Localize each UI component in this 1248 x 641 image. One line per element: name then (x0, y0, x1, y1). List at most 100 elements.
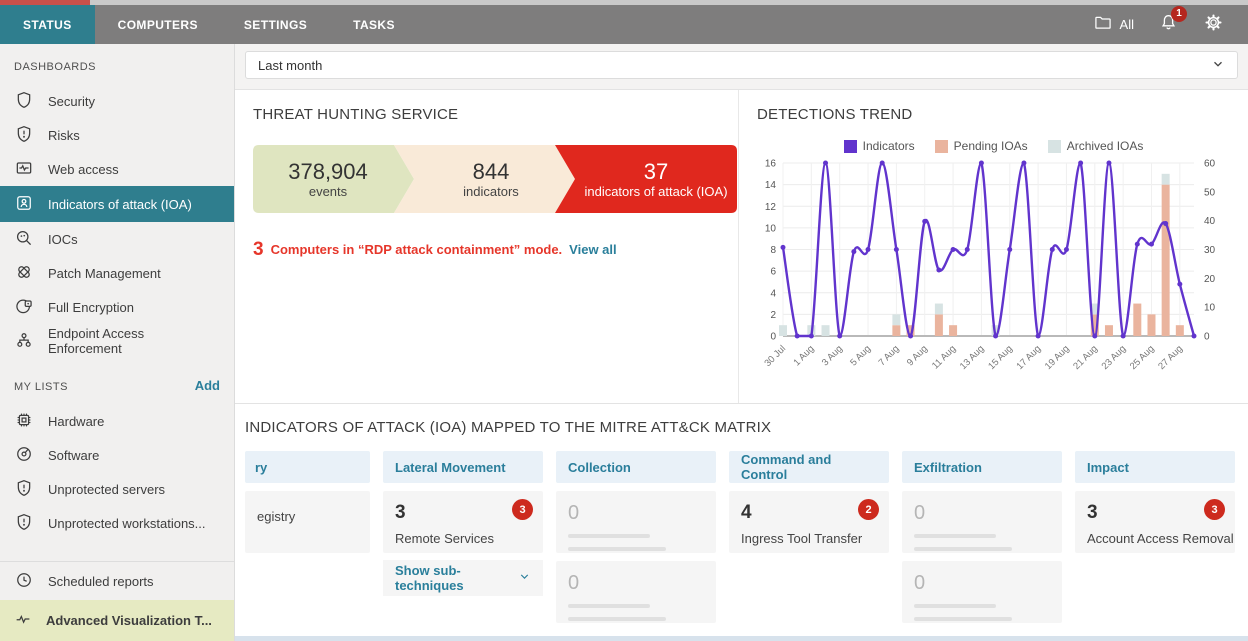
svg-text:9 Aug: 9 Aug (905, 343, 930, 368)
svg-text:27 Aug: 27 Aug (1156, 343, 1185, 372)
sidebar-item-label: Endpoint Access Enforcement (48, 326, 220, 356)
rdp-alert-text: Computers in “RDP attack containment” mo… (271, 242, 563, 257)
technique-count: 3 (1087, 502, 1223, 524)
sidebar-item-software[interactable]: Software (0, 438, 234, 472)
chevron-down-icon (518, 570, 531, 586)
sidebar-item-scheduled-reports[interactable]: Scheduled reports (0, 562, 234, 600)
mitre-tactic-header[interactable]: Lateral Movement (383, 451, 543, 483)
sidebar-item-unprotected-servers[interactable]: Unprotected servers (0, 472, 234, 506)
group-filter-button[interactable]: All (1093, 13, 1134, 36)
mitre-tactic-header-clipped[interactable]: ry (245, 451, 370, 483)
mitre-tactic-header[interactable]: Impact (1075, 451, 1235, 483)
skeleton-line (914, 604, 996, 608)
detections-trend-title: DETECTIONS TREND (757, 106, 1230, 123)
dashboards-section-title: DASHBOARDS (0, 44, 234, 84)
svg-text:14: 14 (765, 180, 777, 191)
horizontal-scrollbar[interactable] (235, 636, 1248, 641)
technique-badge: 3 (512, 499, 533, 520)
svg-text:5 Aug: 5 Aug (848, 343, 873, 368)
technique-count: 0 (568, 572, 704, 595)
threat-hunting-funnel: 378,904 events 844 indicators 37 indicat… (253, 145, 737, 213)
svg-text:12: 12 (765, 202, 777, 213)
add-list-link[interactable]: Add (195, 378, 220, 393)
nav-tab-settings[interactable]: SETTINGS (221, 5, 330, 44)
sidebar-item-security[interactable]: Security (0, 84, 234, 118)
mitre-column-impact: Impact 3 Account Access Removal 3 (1075, 451, 1235, 623)
view-all-link[interactable]: View all (569, 242, 616, 257)
technique-count: 4 (741, 502, 877, 524)
my-lists-title: MY LISTS (14, 381, 68, 393)
nav-tab-status[interactable]: STATUS (0, 5, 95, 44)
sidebar-item-patch-management[interactable]: Patch Management (0, 256, 234, 290)
mitre-tactic-header[interactable]: Command and Control (729, 451, 889, 483)
funnel-ioa-value: 37 (644, 159, 668, 184)
sidebar-item-label: Advanced Visualization T... (46, 613, 212, 628)
technique-card-empty[interactable]: 0 (902, 561, 1062, 623)
technique-card[interactable]: egistry (245, 491, 370, 553)
nav-tab-computers[interactable]: COMPUTERS (95, 5, 221, 44)
technique-card-empty[interactable]: 0 (556, 561, 716, 623)
sidebar-item-iocs[interactable]: IOCs (0, 222, 234, 256)
chip-icon (14, 410, 34, 433)
svg-text:15 Aug: 15 Aug (986, 343, 1015, 372)
shield-alert-icon (14, 124, 34, 147)
sidebar-item-indicators-of-attack[interactable]: Indicators of attack (IOA) (0, 186, 234, 222)
technique-card-empty[interactable]: 0 (902, 491, 1062, 553)
settings-gear-button[interactable] (1203, 12, 1224, 38)
rdp-containment-alert: 3Computers in “RDP attack containment” m… (253, 239, 720, 261)
folder-icon (1093, 13, 1113, 36)
svg-text:16: 16 (765, 159, 777, 170)
funnel-stage-indicators[interactable]: 844 indicators (421, 145, 561, 213)
mitre-column-exfiltration: Exfiltration 0 0 (902, 451, 1062, 623)
sidebar-item-endpoint-access-enforcement[interactable]: Endpoint Access Enforcement (0, 324, 234, 358)
sidebar-item-advanced-visualization[interactable]: Advanced Visualization T... (0, 600, 234, 641)
sidebar-item-unprotected-workstations[interactable]: Unprotected workstations... (0, 506, 234, 540)
sidebar-item-label: Security (48, 94, 95, 109)
indicators-swatch (844, 140, 857, 153)
show-sub-techniques-button[interactable]: Show sub-techniques (383, 560, 543, 596)
sidebar-item-hardware[interactable]: Hardware (0, 404, 234, 438)
sidebar-item-label: Indicators of attack (IOA) (48, 197, 192, 212)
technique-count: 0 (568, 502, 704, 525)
show-sub-techniques-label: Show sub-techniques (395, 563, 510, 593)
nav-tab-tasks[interactable]: TASKS (330, 5, 418, 44)
navbar-right-tools: All 1 (1093, 5, 1248, 44)
funnel-stage-events[interactable]: 378,904 events (253, 145, 403, 213)
mitre-tactic-header[interactable]: Collection (556, 451, 716, 483)
main-content: Last month THREAT HUNTING SERVICE (235, 44, 1248, 641)
threat-hunting-title: THREAT HUNTING SERVICE (253, 106, 720, 123)
sidebar-item-label: Unprotected servers (48, 482, 165, 497)
svg-text:25 Aug: 25 Aug (1128, 343, 1157, 372)
skeleton-line (568, 547, 666, 551)
technique-card-account-access-removal[interactable]: 3 Account Access Removal 3 (1075, 491, 1235, 553)
gear-icon (1203, 12, 1224, 38)
mitre-columns: ry egistry Lateral Movement 3 Remote Ser… (245, 451, 1238, 623)
sidebar-item-label: IOCs (48, 232, 78, 247)
encryption-icon (14, 296, 34, 319)
svg-text:7 Aug: 7 Aug (877, 343, 902, 368)
technique-card-ingress-tool-transfer[interactable]: 4 Ingress Tool Transfer 2 (729, 491, 889, 553)
sidebar-item-web-access[interactable]: Web access (0, 152, 234, 186)
sidebar-item-risks[interactable]: Risks (0, 118, 234, 152)
technique-badge: 2 (858, 499, 879, 520)
period-select-value: Last month (258, 58, 322, 73)
notifications-button[interactable]: 1 (1158, 12, 1179, 38)
mitre-tactic-header[interactable]: Exfiltration (902, 451, 1062, 483)
technique-name: Account Access Removal (1087, 531, 1223, 546)
svg-text:60: 60 (1204, 159, 1216, 170)
funnel-stage-ioa[interactable]: 37 indicators of attack (IOA) (583, 145, 729, 213)
mitre-column-collection: Collection 0 0 (556, 451, 716, 623)
legend-item-pending-ioas: Pending IOAs (935, 139, 1028, 153)
sidebar-item-label: Web access (48, 162, 119, 177)
sidebar-item-full-encryption[interactable]: Full Encryption (0, 290, 234, 324)
funnel-indicators-label: indicators (463, 184, 519, 199)
technique-card-empty[interactable]: 0 (556, 491, 716, 553)
svg-text:6: 6 (770, 267, 776, 278)
period-select[interactable]: Last month (245, 51, 1238, 79)
svg-text:8: 8 (770, 245, 776, 256)
technique-card-remote-services[interactable]: 3 Remote Services 3 (383, 491, 543, 553)
search-dots-icon (14, 228, 34, 251)
skeleton-line (914, 534, 996, 538)
sidebar-item-label: Full Encryption (48, 300, 134, 315)
svg-text:13 Aug: 13 Aug (958, 343, 987, 372)
